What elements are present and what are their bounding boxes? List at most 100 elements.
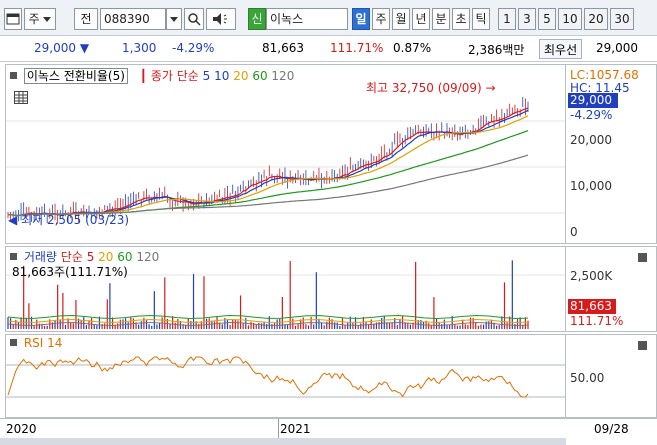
vol-ma-120: 120 <box>136 250 160 264</box>
tab-month[interactable]: 월 <box>392 8 410 30</box>
vol-ma-20: 20 <box>98 250 114 264</box>
tab-day[interactable]: 일 <box>352 8 370 30</box>
current-price-tag-pct: -4.29% <box>570 108 613 122</box>
interval-label: 5 <box>543 12 551 26</box>
volume-ma-line <box>7 314 529 320</box>
pane-toggle-icon[interactable] <box>10 339 17 346</box>
data-table-icon[interactable] <box>14 91 28 104</box>
tab-day-label: 일 <box>355 12 367 26</box>
price-pane-legend: 이녹스 전환비율(5) ┃ 종가 단순 5 10 20 60 120 <box>10 67 294 84</box>
rsi-chart <box>6 356 565 398</box>
ma-20: 20 <box>233 69 249 83</box>
volume-ratio: 111.71% <box>330 41 384 55</box>
low-price-label: ◀ 최저 2,505 (03/23) <box>8 211 129 228</box>
maximize-icon[interactable] <box>638 253 647 262</box>
price-pane-title[interactable]: 이녹스 전환비율(5) <box>23 68 128 84</box>
stock-code-input[interactable]: 088390 <box>100 8 166 30</box>
y-tick-label: 20,000 <box>570 133 612 147</box>
maximize-icon[interactable] <box>638 341 647 350</box>
tab-tick[interactable]: 틱 <box>472 8 490 30</box>
volume-title: 거래량 <box>23 250 57 264</box>
tab-second[interactable]: 초 <box>452 8 470 30</box>
moving-average-line <box>7 107 529 217</box>
tab-month-label: 월 <box>395 12 407 26</box>
time-scrollbar[interactable] <box>0 438 566 445</box>
current-volume-tag-pct: 111.71% <box>570 314 624 328</box>
x-tick-label: 2020 <box>6 422 37 436</box>
y-tick-label: 0 <box>570 225 578 239</box>
new-listing-badge-label: 신 <box>251 12 263 26</box>
vol-ma-5: 5 <box>86 250 95 264</box>
stock-name-value: 이녹스 <box>270 12 304 26</box>
pane-toggle-icon[interactable] <box>10 72 17 79</box>
rsi-chart-pane[interactable]: RSI 14 <box>5 334 566 418</box>
interval-label: 20 <box>588 12 604 26</box>
tab-year-label: 년 <box>415 12 427 26</box>
search-button[interactable] <box>184 8 204 30</box>
tab-week[interactable]: 주 <box>372 8 390 30</box>
ma-5: 5 <box>202 69 211 83</box>
interval-20-button[interactable]: 20 <box>584 8 608 30</box>
ma-10: 10 <box>214 69 230 83</box>
current-price: 29,000 ▼ <box>34 41 89 55</box>
volume: 81,663 <box>262 41 304 55</box>
market-select-label: 주 <box>28 12 40 26</box>
volume-ma-line <box>7 318 529 324</box>
interval-3-button[interactable]: 3 <box>518 8 536 30</box>
price-change: 1,300 <box>122 41 157 55</box>
code-dropdown-button[interactable] <box>166 8 182 30</box>
all-button[interactable]: 전 <box>74 8 98 30</box>
ma-120: 120 <box>271 69 295 83</box>
tab-second-label: 초 <box>455 12 467 26</box>
window-icon[interactable] <box>4 8 22 30</box>
pane-toggle-icon[interactable] <box>10 253 17 260</box>
price-chart-pane[interactable]: 이녹스 전환비율(5) ┃ 종가 단순 5 10 20 60 120 최고 32… <box>5 64 566 244</box>
lc-label: LC:1057.68 <box>570 68 639 82</box>
high-price-label: 최고 32,750 (09/09) → <box>366 79 496 96</box>
y-tick-label: 50.00 <box>570 371 605 385</box>
market-select[interactable]: 주 <box>24 8 56 30</box>
candle-marker-icon: ┃ <box>139 69 147 83</box>
volume-chart-pane[interactable]: 거래량 단순 5 20 60 120 81,663주(111.71%) <box>5 246 566 332</box>
arrow-left-icon: ◀ <box>8 213 18 227</box>
volume-y-axis: 2,500K 81,663 111.71% <box>566 246 657 332</box>
stock-code-value: 088390 <box>104 12 150 26</box>
all-button-label: 전 <box>80 12 92 26</box>
sound-button[interactable] <box>206 8 236 30</box>
stock-name-field[interactable]: 이녹스 <box>266 8 348 30</box>
tab-week-label: 주 <box>375 12 387 26</box>
search-icon <box>188 13 201 26</box>
moving-average-line <box>7 109 529 217</box>
interval-1-button[interactable]: 1 <box>498 8 516 30</box>
current-volume: 81,663주(111.71%) <box>12 265 128 279</box>
y-tick-label: 10,000 <box>570 179 612 193</box>
rsi-line <box>7 356 529 398</box>
tab-year[interactable]: 년 <box>412 8 430 30</box>
chevron-down-icon <box>170 17 178 22</box>
tab-minute[interactable]: 분 <box>432 8 450 30</box>
rsi-pane-legend: RSI 14 <box>10 336 62 350</box>
quote-bar: 29,000 ▼ 1,300 -4.29% 81,663 111.71% 0.8… <box>0 36 657 62</box>
interval-5-button[interactable]: 5 <box>538 8 556 30</box>
speaker-icon <box>213 13 227 25</box>
ma-label: 종가 단순 <box>150 69 199 83</box>
turnover-rate: 0.87% <box>393 41 432 55</box>
interval-30-button[interactable]: 30 <box>610 8 634 30</box>
chevron-down-icon <box>43 17 52 22</box>
high-price-text: 최고 32,750 (09/09) <box>366 81 482 95</box>
down-arrow-icon: ▼ <box>79 41 90 55</box>
current-price-value: 29,000 <box>34 41 76 55</box>
tab-minute-label: 분 <box>435 12 447 26</box>
last-date-label: 09/28 <box>594 422 629 436</box>
y-tick-label: 2,500K <box>570 269 613 283</box>
interval-10-button[interactable]: 10 <box>558 8 582 30</box>
interval-label: 3 <box>523 12 531 26</box>
current-price-tag: 29,000 <box>568 93 618 108</box>
vol-ma-60: 60 <box>117 250 133 264</box>
rsi-title: RSI 14 <box>23 336 63 350</box>
interval-label: 1 <box>503 12 511 26</box>
chart-toolbar: 주 전 088390 신 이녹스 일 주 월 년 분 초 틱 1 3 5 10 … <box>0 0 657 36</box>
volume-ma-line <box>7 321 529 327</box>
priority-label: 최우선 <box>539 39 583 59</box>
new-listing-badge: 신 <box>248 8 266 30</box>
